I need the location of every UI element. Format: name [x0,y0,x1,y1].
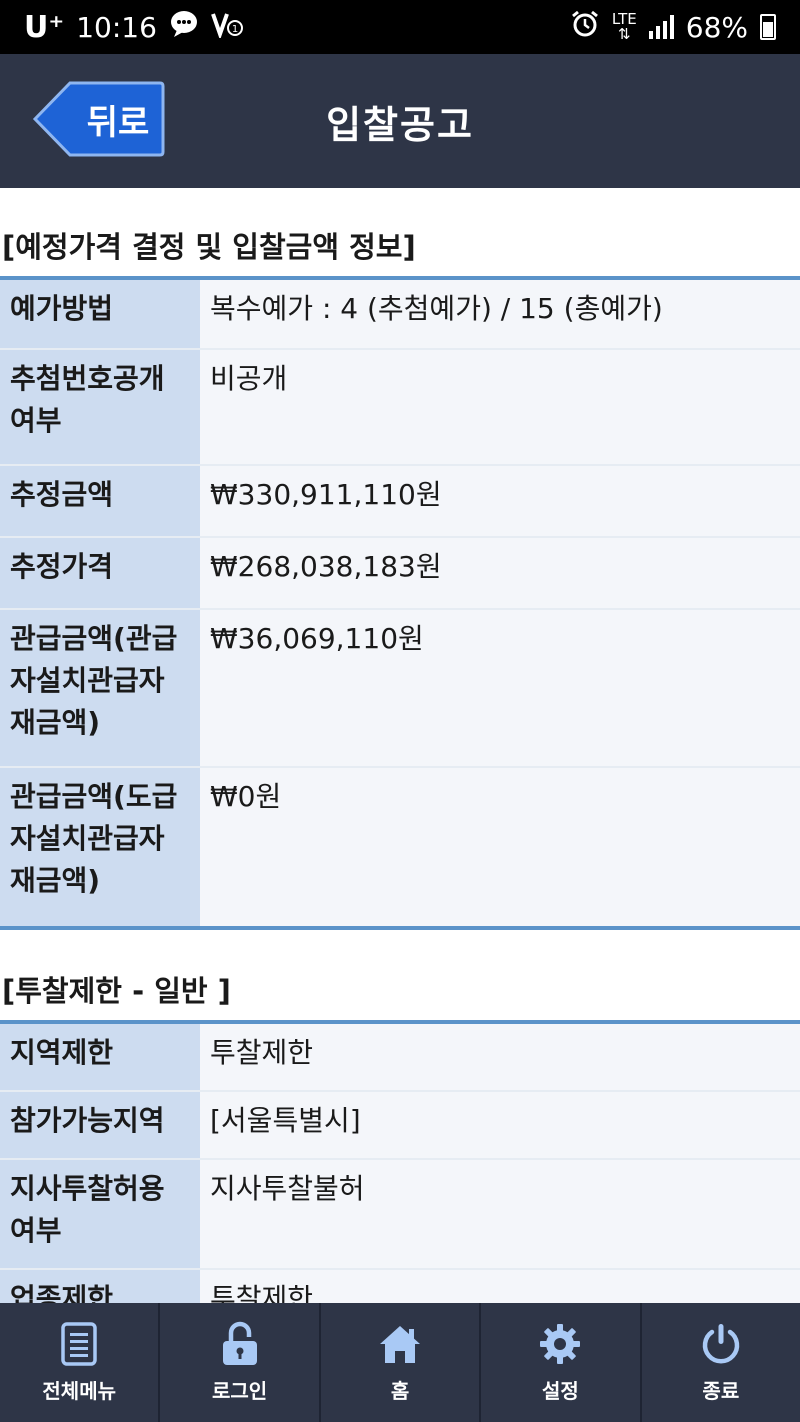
nav-all-menu[interactable]: 전체메뉴 [0,1303,161,1422]
chat-icon [169,10,199,45]
nav-login[interactable]: 로그인 [160,1303,321,1422]
nav-label: 전체메뉴 [42,1379,116,1403]
table-row: 추정가격 ₩268,038,183원 [0,538,800,610]
nav-home[interactable]: 홈 [321,1303,482,1422]
table-row: 업종제한 투찰제한 [0,1270,800,1303]
table-row: 지사투찰허용여부 지사투찰불허 [0,1160,800,1270]
table-row: 관급금액(관급자설치관급자재금액) ₩36,069,110원 [0,610,800,768]
nav-exit[interactable]: 종료 [642,1303,800,1422]
home-icon [378,1321,422,1367]
row-label: 예가방법 [0,280,200,348]
table-row: 관급금액(도급자설치관급자재금액) ₩0원 [0,768,800,926]
svg-text:1: 1 [232,24,238,35]
row-label: 지역제한 [0,1024,200,1090]
row-value: [서울특별시] [200,1092,800,1158]
lock-icon [218,1321,262,1367]
volte-icon: 1 [211,10,245,45]
back-button-label: 뒤로 [86,102,150,143]
row-value: 투찰제한 [200,1270,800,1303]
battery-icon [760,14,776,40]
signal-icon [648,15,674,39]
section-title: [예정가격 결정 및 입찰금액 정보] [2,230,416,264]
row-label: 추정금액 [0,466,200,536]
app-header: 뒤로 입찰공고 [0,54,800,188]
clock: 10:16 [76,10,157,44]
carrier-label: U⁺ [24,9,65,45]
price-info-section: [예정가격 결정 및 입찰금액 정보] 예가방법 복수예가 : 4 (추첨예가)… [0,188,800,930]
row-value: ₩36,069,110원 [200,610,800,766]
document-list-icon [57,1321,101,1367]
section-title: [투찰제한 - 일반 ] [2,974,231,1008]
row-value: 지사투찰불허 [200,1160,800,1268]
row-value: ₩330,911,110원 [200,466,800,536]
row-label: 추정가격 [0,538,200,608]
row-value: ₩0원 [200,768,800,926]
table-row: 추첨번호공개여부 비공개 [0,350,800,466]
table-row: 예가방법 복수예가 : 4 (추첨예가) / 15 (총예가) [0,280,800,350]
row-label: 관급금액(관급자설치관급자재금액) [0,610,200,766]
row-label: 관급금액(도급자설치관급자재금액) [0,768,200,926]
table-row: 지역제한 투찰제한 [0,1024,800,1092]
row-value: 투찰제한 [200,1024,800,1090]
lte-indicator: LTE ⇅ [611,10,637,43]
back-button[interactable]: 뒤로 [32,80,166,158]
status-left: U⁺ 10:16 1 [24,10,245,45]
table-row: 추정금액 ₩330,911,110원 [0,466,800,538]
nav-label: 홈 [390,1379,410,1403]
gear-icon [538,1321,582,1367]
status-right: LTE ⇅ 68% [570,9,776,46]
content-area[interactable]: [예정가격 결정 및 입찰금액 정보] 예가방법 복수예가 : 4 (추첨예가)… [0,188,800,1303]
power-icon [699,1321,743,1367]
bid-restriction-section: [투찰제한 - 일반 ] 지역제한 투찰제한 참가가능지역 [서울특별시] 지사… [0,930,800,1303]
row-label: 업종제한 [0,1270,200,1303]
row-value: ₩268,038,183원 [200,538,800,608]
row-value: 복수예가 : 4 (추첨예가) / 15 (총예가) [200,280,800,348]
info-table: 예가방법 복수예가 : 4 (추첨예가) / 15 (총예가) 추첨번호공개여부… [0,276,800,930]
bottom-nav: 전체메뉴 로그인 홈 설정 종료 [0,1303,800,1422]
row-label: 참가가능지역 [0,1092,200,1158]
alarm-icon [570,9,600,46]
battery-percent: 68% [685,10,748,44]
nav-label: 설정 [542,1379,579,1403]
row-value: 비공개 [200,350,800,464]
nav-label: 종료 [702,1379,740,1403]
table-row: 참가가능지역 [서울특별시] [0,1092,800,1160]
row-label: 지사투찰허용여부 [0,1160,200,1268]
status-bar: U⁺ 10:16 1 LTE ⇅ 68% [0,0,800,54]
row-label: 추첨번호공개여부 [0,350,200,464]
info-table: 지역제한 투찰제한 참가가능지역 [서울특별시] 지사투찰허용여부 지사투찰불허… [0,1020,800,1303]
nav-label: 로그인 [212,1379,268,1403]
nav-settings[interactable]: 설정 [481,1303,642,1422]
